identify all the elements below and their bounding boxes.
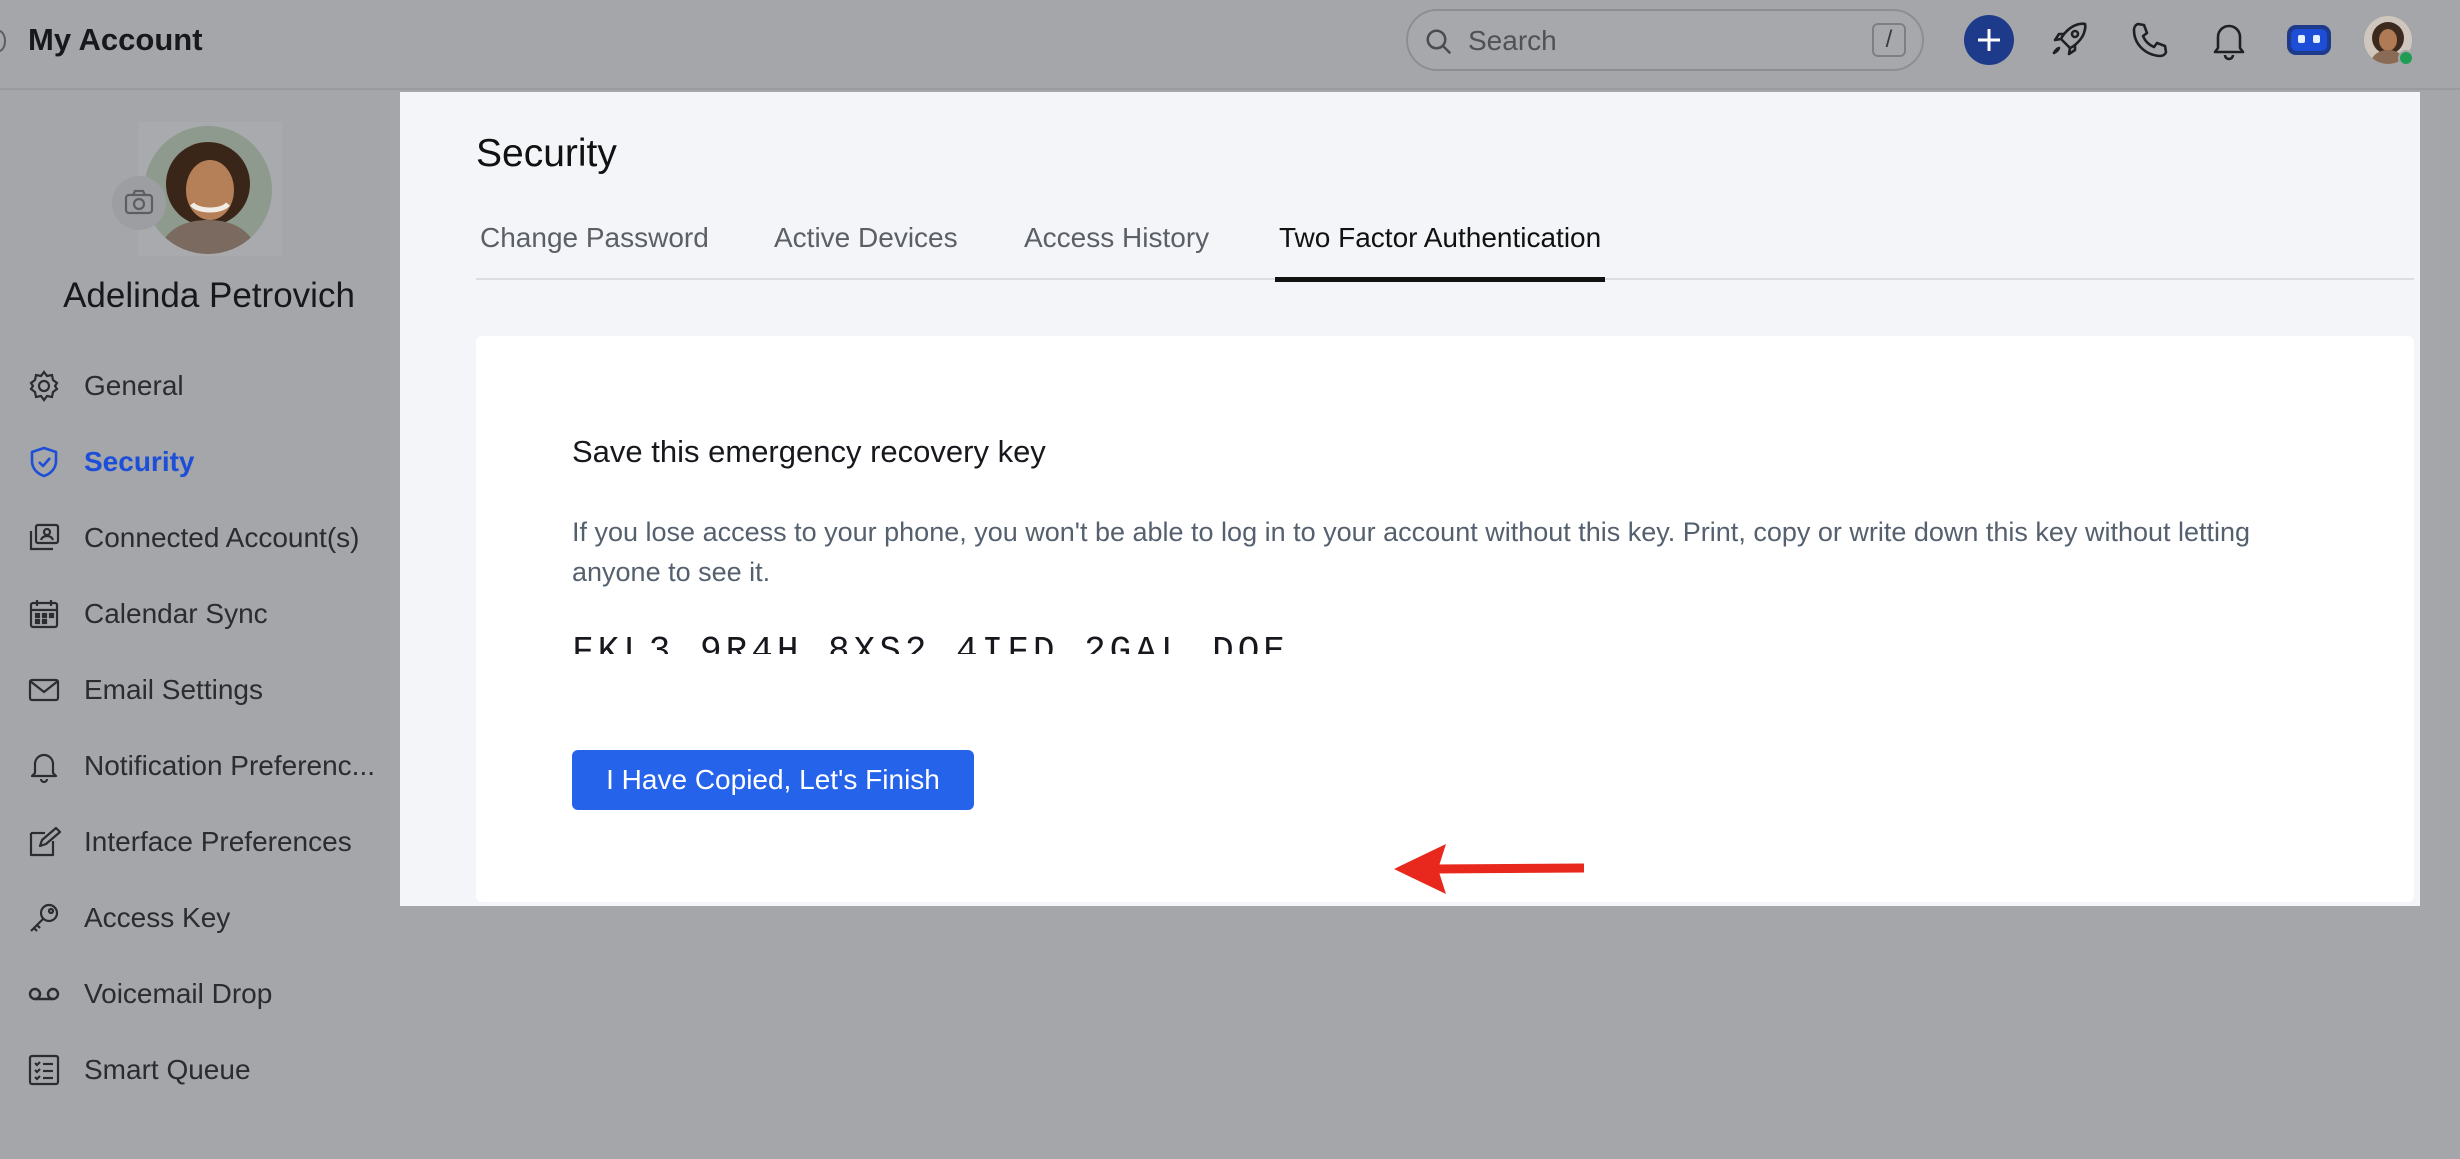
bell-icon[interactable]: [2204, 15, 2254, 65]
search-shortcut-badge: /: [1872, 23, 1906, 57]
calendar-icon: [29, 600, 59, 629]
sidebar-item-label: Interface Preferences: [84, 826, 352, 857]
sidebar-item-label: Email Settings: [84, 674, 263, 705]
sidebar-item-label: Connected Account(s): [84, 522, 360, 553]
sidebar-item-label: Access Key: [84, 902, 231, 933]
tab-two-factor-authentication[interactable]: Two Factor Authentication: [1274, 222, 1606, 282]
recovery-key-card: Save this emergency recovery key If you …: [476, 336, 2414, 902]
shield-icon: [30, 446, 58, 478]
card-heading: Save this emergency recovery key: [572, 434, 1046, 469]
sidebar-item-notification-preferences[interactable]: Notification Preferenc...: [26, 736, 406, 796]
edit-icon: [29, 826, 62, 857]
phone-icon[interactable]: [2124, 15, 2174, 65]
connected-accounts-icon: [29, 523, 60, 551]
card-description: If you lose access to your phone, you wo…: [572, 517, 2251, 587]
recovery-key: FKL3 9R4H 8XS2 4IFD 2GAL DQE: [572, 634, 1292, 654]
annotation-arrow-icon: [1394, 844, 1585, 894]
rocket-icon[interactable]: [2044, 15, 2094, 65]
bell-icon: [30, 753, 58, 784]
gear-icon: [29, 370, 59, 402]
finish-button[interactable]: I Have Copied, Let's Finish: [572, 750, 974, 810]
search-icon: [1426, 29, 1452, 55]
sidebar-item-security[interactable]: Security: [26, 432, 406, 492]
security-tabs: Change Password Active Devices Access Hi…: [476, 222, 2414, 282]
tab-change-password[interactable]: Change Password: [480, 222, 709, 280]
sidebar-toggle-icon[interactable]: [0, 30, 6, 52]
tab-active-devices[interactable]: Active Devices: [774, 222, 958, 280]
online-status-dot: [2398, 50, 2414, 66]
key-icon: [30, 903, 59, 932]
sidebar-item-label: Calendar Sync: [84, 598, 268, 629]
assistant-icon[interactable]: [2284, 15, 2334, 65]
section-title: Security: [476, 132, 617, 175]
sidebar-item-label: Notification Preferenc...: [84, 750, 376, 781]
add-button[interactable]: [1964, 15, 2014, 65]
change-photo-button[interactable]: [112, 176, 166, 230]
search-input[interactable]: [1468, 21, 1848, 61]
security-panel: Security Change Password Active Devices …: [400, 92, 2420, 906]
list-icon: [28, 1054, 60, 1086]
sidebar-item-email-settings[interactable]: Email Settings: [26, 660, 406, 720]
sidebar-item-access-key[interactable]: Access Key: [26, 888, 406, 948]
envelope-icon: [28, 678, 60, 702]
sidebar-item-label: Security: [84, 446, 195, 477]
sidebar-item-smart-queue[interactable]: Smart Queue: [26, 1040, 406, 1100]
sidebar-item-label: General: [84, 370, 184, 401]
top-bar: My Account /: [0, 0, 2460, 90]
camera-icon: [124, 189, 154, 215]
sidebar-item-voicemail-drop[interactable]: Voicemail Drop: [26, 964, 406, 1024]
sidebar-item-connected-accounts[interactable]: Connected Account(s): [26, 508, 406, 568]
recovery-key-text: FKL3 9R4H 8XS2 4IFD 2GAL DQE: [572, 634, 1289, 654]
search-box[interactable]: /: [1406, 9, 1924, 71]
page-title: My Account: [28, 22, 203, 57]
plus-icon: [1978, 29, 2000, 51]
sidebar-item-label: Voicemail Drop: [84, 978, 273, 1009]
sidebar-item-general[interactable]: General: [26, 356, 406, 416]
tab-access-history[interactable]: Access History: [1024, 222, 1209, 280]
profile-name: Adelinda Petrovich: [63, 276, 355, 315]
voicemail-icon: [28, 987, 60, 1001]
sidebar-item-interface-preferences[interactable]: Interface Preferences: [26, 812, 406, 872]
sidebar-item-calendar-sync[interactable]: Calendar Sync: [26, 584, 406, 644]
sidebar-item-label: Smart Queue: [84, 1054, 251, 1085]
